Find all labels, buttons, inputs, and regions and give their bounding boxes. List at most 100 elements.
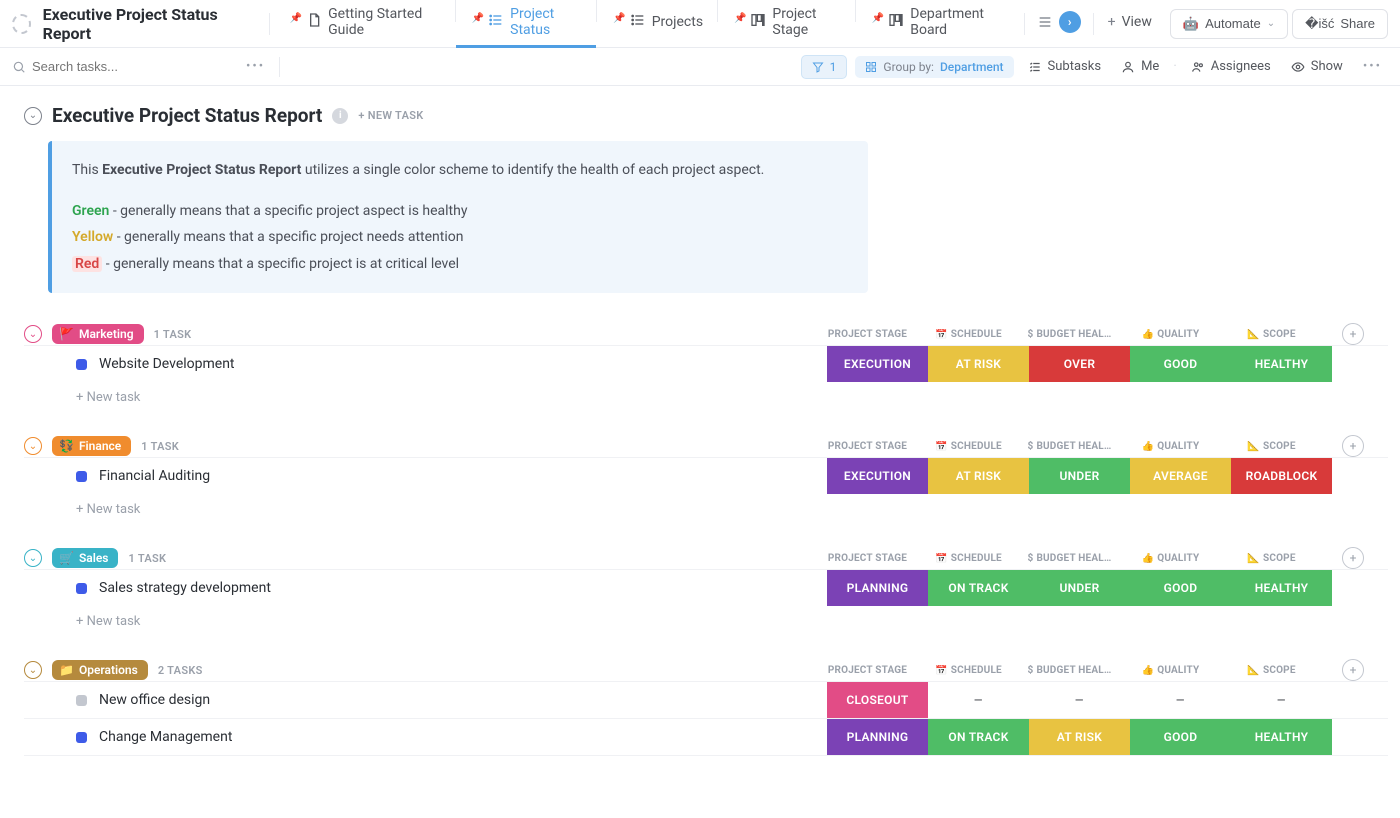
tab-project-status[interactable]: 📌Project Status xyxy=(456,0,597,48)
column-header-budget[interactable]: $BUDGET HEAL… xyxy=(1019,329,1120,340)
group-collapse-icon[interactable]: ⌄ xyxy=(24,437,42,455)
status-cell[interactable]: EXECUTION xyxy=(827,458,928,494)
description-box: This Executive Project Status Report uti… xyxy=(48,141,868,293)
status-cell[interactable]: AT RISK xyxy=(1029,719,1130,755)
task-status-icon[interactable] xyxy=(76,695,87,706)
search-more-icon[interactable]: ••• xyxy=(240,59,271,74)
status-cell[interactable]: EXECUTION xyxy=(827,346,928,382)
info-icon[interactable]: i xyxy=(332,108,348,124)
column-icon: 📐 xyxy=(1247,553,1260,564)
task-main[interactable]: Sales strategy development xyxy=(24,570,827,606)
column-header-budget[interactable]: $BUDGET HEAL… xyxy=(1019,553,1120,564)
assignees-filter[interactable]: Assignees xyxy=(1185,59,1277,74)
status-cell-empty[interactable]: – xyxy=(1029,682,1130,718)
status-cell[interactable]: HEALTHY xyxy=(1231,346,1332,382)
status-cell-empty[interactable]: – xyxy=(1130,682,1231,718)
tab-department-board[interactable]: 📌Department Board xyxy=(856,0,1020,48)
tab-more[interactable]: › xyxy=(1029,0,1089,48)
task-row[interactable]: Change ManagementPLANNINGON TRACKAT RISK… xyxy=(24,718,1388,756)
group-by-pill[interactable]: Group by: Department xyxy=(855,56,1013,78)
status-cell[interactable]: CLOSEOUT xyxy=(827,682,928,718)
status-cell[interactable]: UNDER xyxy=(1029,570,1130,606)
me-filter[interactable]: Me xyxy=(1115,59,1165,74)
column-header-budget[interactable]: $BUDGET HEAL… xyxy=(1019,441,1120,452)
status-cell[interactable]: GOOD xyxy=(1130,346,1231,382)
add-view-button[interactable]: + View xyxy=(1098,0,1162,48)
column-header-stage[interactable]: PROJECT STAGE xyxy=(817,553,918,564)
add-column-button[interactable]: + xyxy=(1342,547,1364,569)
column-header-schedule[interactable]: 📅SCHEDULE xyxy=(918,441,1019,452)
new-task-row[interactable]: + New task xyxy=(24,382,1388,413)
group-chip[interactable]: 📁Operations xyxy=(52,660,148,680)
task-status-icon[interactable] xyxy=(76,359,87,370)
column-header-scope[interactable]: 📐SCOPE xyxy=(1221,441,1322,452)
task-status-icon[interactable] xyxy=(76,583,87,594)
group-collapse-icon[interactable]: ⌄ xyxy=(24,325,42,343)
group-chip[interactable]: 🚩Marketing xyxy=(52,324,144,344)
status-cell[interactable]: AT RISK xyxy=(928,346,1029,382)
task-main[interactable]: Website Development xyxy=(24,346,827,382)
add-column-button[interactable]: + xyxy=(1342,659,1364,681)
group-collapse-icon[interactable]: ⌄ xyxy=(24,661,42,679)
status-cell[interactable]: PLANNING xyxy=(827,719,928,755)
column-header-quality[interactable]: 👍QUALITY xyxy=(1120,441,1221,452)
add-column-button[interactable]: + xyxy=(1342,435,1364,457)
status-cell[interactable]: AT RISK xyxy=(928,458,1029,494)
new-task-row[interactable]: + New task xyxy=(24,494,1388,525)
collapse-all-icon[interactable]: ⌄ xyxy=(24,107,42,125)
status-cell-empty[interactable]: – xyxy=(928,682,1029,718)
toolbar-more-icon[interactable]: ••• xyxy=(1357,59,1388,74)
column-header-stage[interactable]: PROJECT STAGE xyxy=(817,329,918,340)
status-cell[interactable]: UNDER xyxy=(1029,458,1130,494)
column-header-quality[interactable]: 👍QUALITY xyxy=(1120,553,1221,564)
show-menu[interactable]: Show xyxy=(1285,59,1349,74)
status-cell-empty[interactable]: – xyxy=(1231,682,1332,718)
tab-getting-started[interactable]: 📌Getting Started Guide xyxy=(274,0,455,48)
column-header-schedule[interactable]: 📅SCHEDULE xyxy=(918,553,1019,564)
automate-button[interactable]: 🤖 Automate ⌄ xyxy=(1170,9,1288,39)
column-header-stage[interactable]: PROJECT STAGE xyxy=(817,665,918,676)
status-cell[interactable]: HEALTHY xyxy=(1231,719,1332,755)
search-input[interactable] xyxy=(32,59,192,74)
task-main[interactable]: Change Management xyxy=(24,719,827,755)
status-cell[interactable]: ON TRACK xyxy=(928,719,1029,755)
tab-project-stage[interactable]: 📌Project Stage xyxy=(718,0,855,48)
group-collapse-icon[interactable]: ⌄ xyxy=(24,549,42,567)
column-header-schedule[interactable]: 📅SCHEDULE xyxy=(918,665,1019,676)
status-cell[interactable]: GOOD xyxy=(1130,570,1231,606)
column-header-scope[interactable]: 📐SCOPE xyxy=(1221,329,1322,340)
tab-projects[interactable]: 📌Projects xyxy=(597,0,717,48)
group-task-count: 2 TASKS xyxy=(158,664,203,677)
status-cell[interactable]: ROADBLOCK xyxy=(1231,458,1332,494)
column-header-quality[interactable]: 👍QUALITY xyxy=(1120,329,1221,340)
status-cell[interactable]: OVER xyxy=(1029,346,1130,382)
column-header-budget[interactable]: $BUDGET HEAL… xyxy=(1019,665,1120,676)
share-button[interactable]: �išć Share xyxy=(1292,9,1388,39)
task-status-icon[interactable] xyxy=(76,471,87,482)
status-cell[interactable]: PLANNING xyxy=(827,570,928,606)
status-cell[interactable]: AVERAGE xyxy=(1130,458,1231,494)
column-header-scope[interactable]: 📐SCOPE xyxy=(1221,553,1322,564)
column-header-stage[interactable]: PROJECT STAGE xyxy=(817,441,918,452)
task-row[interactable]: Financial AuditingEXECUTIONAT RISKUNDERA… xyxy=(24,457,1388,494)
task-main[interactable]: Financial Auditing xyxy=(24,458,827,494)
task-row[interactable]: New office designCLOSEOUT–––– xyxy=(24,681,1388,718)
group-chip[interactable]: 💱Finance xyxy=(52,436,131,456)
new-task-button-top[interactable]: + NEW TASK xyxy=(358,109,423,122)
column-header-schedule[interactable]: 📅SCHEDULE xyxy=(918,329,1019,340)
add-column-button[interactable]: + xyxy=(1342,323,1364,345)
group-chip[interactable]: 🛒Sales xyxy=(52,548,118,568)
column-header-quality[interactable]: 👍QUALITY xyxy=(1120,665,1221,676)
column-header-scope[interactable]: 📐SCOPE xyxy=(1221,665,1322,676)
task-status-icon[interactable] xyxy=(76,732,87,743)
status-cell[interactable]: ON TRACK xyxy=(928,570,1029,606)
task-row[interactable]: Website DevelopmentEXECUTIONAT RISKOVERG… xyxy=(24,345,1388,382)
subtasks-toggle[interactable]: Subtasks xyxy=(1022,59,1108,74)
status-cell[interactable]: GOOD xyxy=(1130,719,1231,755)
new-task-row[interactable]: + New task xyxy=(24,606,1388,637)
filter-count-pill[interactable]: 1 xyxy=(801,55,848,79)
search-box[interactable] xyxy=(12,59,232,74)
task-row[interactable]: Sales strategy developmentPLANNINGON TRA… xyxy=(24,569,1388,606)
status-cell[interactable]: HEALTHY xyxy=(1231,570,1332,606)
task-main[interactable]: New office design xyxy=(24,682,827,718)
